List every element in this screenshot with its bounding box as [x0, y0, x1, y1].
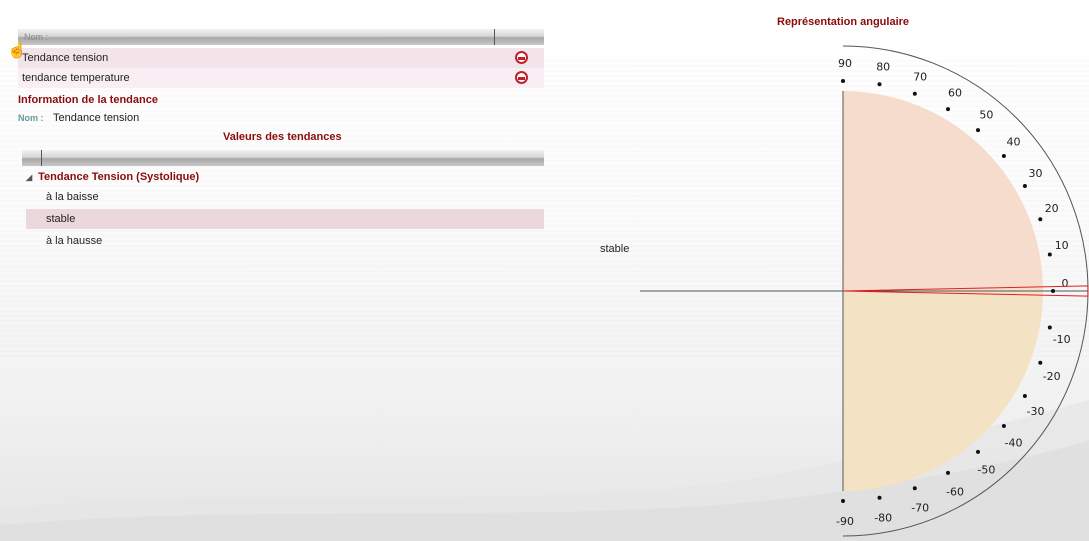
nom-label: Nom :: [18, 113, 44, 123]
tick-label: -70: [911, 502, 929, 515]
tree-item-stable[interactable]: stable: [26, 209, 544, 229]
hand-cursor-icon: ☝: [7, 42, 27, 59]
tick-dot: [1047, 325, 1052, 330]
list-item-tendance-tension[interactable]: Tendance tension: [18, 48, 544, 68]
tick-dot: [1001, 424, 1006, 428]
tick-dot: [1001, 154, 1006, 158]
tick-dot: [841, 499, 845, 503]
tick-label: -60: [946, 486, 964, 499]
list-item-label: tendance temperature: [22, 72, 130, 84]
tree-item-hausse[interactable]: à la hausse: [26, 231, 544, 251]
tick-label: 20: [1045, 202, 1059, 215]
tick-label: 60: [948, 87, 962, 100]
tree-item-label: stable: [46, 213, 76, 225]
tick-label: -50: [977, 464, 995, 477]
tick-dot: [1038, 217, 1043, 222]
tree-item-baisse[interactable]: à la baisse: [26, 187, 544, 207]
tick-dot: [976, 128, 980, 133]
angular-gauge: 90 80 70 60 50 40 30 20 10 0 -10 -20 -30 -40 -50 -60 -70…: [640, 45, 1089, 537]
tick-label: -80: [874, 512, 892, 525]
tree-item-label: à la hausse: [46, 235, 103, 247]
tick-label: -20: [1043, 370, 1061, 383]
list-header: Nom :: [18, 29, 544, 45]
tick-dot: [841, 79, 845, 83]
tick-dot: [946, 470, 950, 475]
values-section-title: Valeurs des tendances: [223, 131, 342, 143]
tick-label: 50: [979, 109, 993, 122]
tick-dot: [912, 486, 917, 491]
tick-label: 30: [1029, 167, 1043, 180]
list-item-label: Tendance tension: [22, 52, 109, 64]
chart-title: Représentation angulaire: [777, 16, 910, 28]
tick-dot: [1047, 252, 1052, 257]
collapse-triangle-icon[interactable]: ◢: [26, 173, 32, 182]
tick-label: -40: [1005, 436, 1023, 449]
tick-dot: [1038, 360, 1043, 365]
tick-label: 80: [876, 60, 890, 73]
tick-label: -30: [1027, 405, 1045, 418]
tick-label: 70: [913, 70, 927, 83]
list-header-label: Nom :: [24, 32, 49, 42]
column-separator[interactable]: [494, 29, 495, 45]
column-separator[interactable]: [41, 150, 42, 166]
list-item-tendance-temperature[interactable]: tendance temperature: [18, 68, 544, 88]
tick-label: -10: [1053, 333, 1071, 346]
tick-label: 90: [838, 57, 852, 70]
tree-item-label: à la baisse: [46, 191, 99, 203]
remove-icon[interactable]: [515, 51, 528, 64]
tick-label: 0: [1062, 277, 1069, 290]
nom-value: Tendance tension: [53, 112, 140, 124]
tick-dot: [877, 495, 882, 500]
upper-sector: [843, 91, 1043, 291]
values-header: [22, 150, 544, 166]
tick-dot: [1022, 394, 1027, 398]
tick-dot: [946, 107, 950, 112]
info-section-title: Information de la tendance: [18, 94, 158, 106]
tick-label: 40: [1007, 136, 1021, 149]
tick-label: 10: [1055, 239, 1069, 252]
lower-sector: [843, 291, 1043, 491]
tick-label: -90: [836, 515, 854, 528]
tree-group-label: Tendance Tension (Systolique): [38, 171, 200, 183]
tree-group[interactable]: ◢ Tendance Tension (Systolique): [26, 171, 199, 183]
tick-dot: [976, 449, 980, 454]
tick-dot: [912, 91, 917, 96]
tick-dot: [1051, 289, 1055, 293]
remove-icon[interactable]: [515, 71, 528, 84]
tick-dot: [1022, 184, 1027, 188]
tick-dot: [877, 82, 882, 87]
